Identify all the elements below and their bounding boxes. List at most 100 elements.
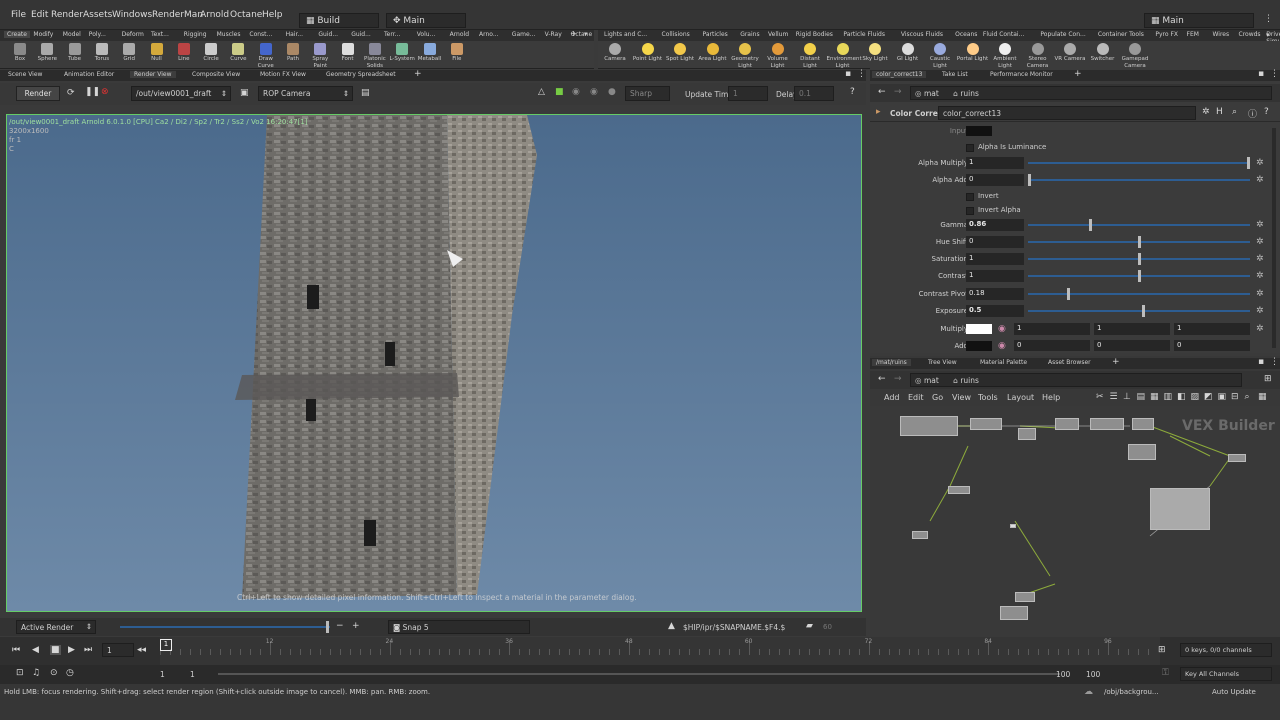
network-node[interactable] bbox=[1055, 418, 1079, 430]
param-path-field[interactable]: ◎ mat ⌂ ruins bbox=[910, 86, 1272, 100]
grid2-icon[interactable]: ▦ bbox=[1258, 392, 1267, 402]
snapshot-slider-knob[interactable] bbox=[326, 621, 329, 633]
key-all-channels-button[interactable]: Key All Channels bbox=[1180, 667, 1272, 681]
keys-channels-display[interactable]: 0 keys, 0/0 channels bbox=[1180, 643, 1272, 657]
render-viewport[interactable]: /out/view0001_draft Arnold 6.0.1.0 [CPU]… bbox=[6, 114, 862, 612]
current-frame-field[interactable]: 1 bbox=[102, 643, 134, 657]
snapshot-icon[interactable]: △ bbox=[538, 87, 545, 97]
shelf-tool-button[interactable]: L-System bbox=[388, 42, 416, 63]
shelf-tab[interactable]: Arnold bbox=[450, 31, 469, 38]
add-tab-icon[interactable]: + bbox=[414, 69, 422, 79]
gear-icon[interactable]: ✲ bbox=[1256, 289, 1264, 299]
param-slider-knob[interactable] bbox=[1028, 174, 1031, 186]
invert-alpha-checkbox[interactable] bbox=[966, 207, 974, 215]
gear-icon[interactable]: ✲ bbox=[1256, 254, 1264, 264]
more-vertical-icon[interactable]: ⋮ bbox=[1264, 14, 1273, 24]
region-icon[interactable]: ● bbox=[608, 87, 616, 97]
shelf-tool-button[interactable]: Null bbox=[143, 42, 171, 63]
back-arrow-icon[interactable]: ← bbox=[878, 87, 886, 97]
param-value-field[interactable]: 0.86 bbox=[966, 219, 1024, 231]
param-slider-knob[interactable] bbox=[1089, 219, 1093, 231]
shelf-tab[interactable]: Populate Con... bbox=[1040, 31, 1085, 38]
network-node[interactable] bbox=[1132, 418, 1154, 430]
gear-icon[interactable]: ✲ bbox=[1256, 306, 1264, 316]
shelf-tab[interactable]: Rigid Bodies bbox=[796, 31, 833, 38]
help-icon[interactable]: ? bbox=[1264, 107, 1269, 117]
add-r-field[interactable]: 0 bbox=[1014, 340, 1090, 351]
menu-windows[interactable]: Windows bbox=[112, 10, 152, 20]
obj-path[interactable]: /obj/backgrou... bbox=[1104, 688, 1159, 696]
realtime-icon[interactable]: ⊡ bbox=[16, 668, 24, 678]
shelf-tool-button[interactable]: Spot Light bbox=[664, 42, 696, 63]
param-slider[interactable] bbox=[1028, 157, 1250, 169]
right-desktop-select[interactable]: ▦ Main bbox=[1144, 13, 1254, 28]
shelf-tab[interactable]: Oceans bbox=[955, 31, 977, 38]
param-slider-knob[interactable] bbox=[1141, 305, 1145, 317]
shelf-tab[interactable]: Rigging bbox=[184, 31, 207, 38]
shelf-tab[interactable]: Particle Fluids bbox=[843, 31, 885, 38]
shelf-tab[interactable]: Terr... bbox=[384, 31, 400, 38]
shelf-tool-button[interactable]: Environment Light bbox=[827, 42, 862, 70]
desk-main-select[interactable]: ✥ Main bbox=[386, 13, 466, 28]
shelf-tool-button[interactable]: Sphere bbox=[33, 42, 61, 63]
shelf-tool-button[interactable]: Stereo Camera bbox=[1022, 42, 1054, 70]
param-slider[interactable] bbox=[1028, 270, 1250, 282]
network-node[interactable] bbox=[1010, 524, 1016, 528]
save-image-icon[interactable]: ▣ bbox=[240, 88, 249, 98]
network-node[interactable] bbox=[1000, 606, 1028, 620]
menu-arnold[interactable]: Arnold bbox=[200, 10, 229, 20]
shelf-tool-button[interactable]: VR Camera bbox=[1054, 42, 1086, 63]
pane-tab[interactable]: Material Palette bbox=[976, 359, 1031, 366]
param-value-field[interactable]: 0.5 bbox=[966, 305, 1024, 317]
table-icon[interactable]: ▥ bbox=[1164, 392, 1173, 402]
shelf-tool-button[interactable]: Gamepad Camera bbox=[1119, 42, 1151, 70]
active-render-select[interactable]: Active Render ⇕ bbox=[16, 620, 96, 634]
shelf-tool-button[interactable]: Volume Light bbox=[762, 42, 794, 70]
param-slider[interactable] bbox=[1028, 236, 1250, 248]
info-icon[interactable]: ⓘ bbox=[1248, 107, 1257, 120]
back-arrow-icon[interactable]: ← bbox=[878, 374, 886, 384]
pane-tab[interactable]: Motion FX View bbox=[256, 71, 310, 78]
shelf-tool-button[interactable]: Switcher bbox=[1087, 42, 1119, 63]
shelf-tool-button[interactable]: Font bbox=[334, 42, 362, 63]
step-back-icon[interactable]: ◀ bbox=[32, 645, 39, 655]
menu-render[interactable]: Render bbox=[51, 10, 83, 20]
jump-end-icon[interactable]: ⏭ bbox=[84, 645, 92, 655]
multiply-color-swatch[interactable] bbox=[966, 324, 992, 334]
layout-icon[interactable]: ▤ bbox=[1137, 392, 1146, 402]
network-editor-canvas[interactable]: VEX Builder bbox=[870, 406, 1280, 638]
menu-octane[interactable]: Octane bbox=[230, 10, 262, 20]
shelf-tool-button[interactable]: Draw Curve bbox=[252, 42, 280, 70]
pin-icon[interactable]: ◉ bbox=[572, 87, 580, 97]
shelf-tab[interactable]: Vellum bbox=[768, 31, 788, 38]
key-icon[interactable]: ⚿ bbox=[1162, 668, 1169, 678]
shelf-tool-button[interactable]: Tube bbox=[61, 42, 89, 63]
shelf-tool-button[interactable]: GI Light bbox=[892, 42, 924, 63]
stop-icon[interactable]: ⊗ bbox=[101, 87, 109, 97]
minus-icon[interactable]: − bbox=[336, 621, 344, 631]
sharp-select[interactable]: Sharp bbox=[625, 86, 670, 101]
shelf-tab[interactable]: Particles bbox=[703, 31, 728, 38]
pane-menu-icon[interactable]: ▪ bbox=[1258, 357, 1264, 367]
auto-update-select[interactable]: Auto Update bbox=[1212, 688, 1256, 696]
multiply-b-field[interactable]: 1 bbox=[1174, 323, 1250, 335]
clock-icon[interactable]: ◷ bbox=[66, 668, 74, 678]
render-button[interactable]: Render bbox=[16, 86, 60, 101]
shelf-tab[interactable]: Modify bbox=[33, 31, 53, 38]
network-node[interactable] bbox=[1015, 592, 1035, 602]
gear-icon[interactable]: ✲ bbox=[1256, 237, 1264, 247]
param-slider[interactable] bbox=[1028, 174, 1250, 186]
network-node[interactable] bbox=[970, 418, 1002, 430]
pane-tab[interactable]: Animation Editor bbox=[60, 71, 118, 78]
color-icon[interactable]: ■ bbox=[555, 87, 564, 97]
output-driver-select[interactable]: /out/view0001_draft ⇕ bbox=[131, 86, 231, 101]
alpha-is-luminance-checkbox[interactable] bbox=[966, 144, 974, 152]
network-node-selected[interactable] bbox=[1150, 488, 1210, 530]
shelf-tool-button[interactable]: Box bbox=[6, 42, 34, 63]
stop-playback-icon[interactable]: ■ bbox=[50, 645, 61, 655]
shelf-tool-button[interactable]: Geometry Light bbox=[729, 42, 761, 70]
pane-tab[interactable]: Take List bbox=[938, 71, 972, 78]
image-icon[interactable]: ▨ bbox=[1191, 392, 1200, 402]
pane-maximize-icon[interactable]: ⋮ bbox=[1270, 69, 1279, 79]
shelf-tab[interactable]: Crowds bbox=[1239, 31, 1261, 38]
